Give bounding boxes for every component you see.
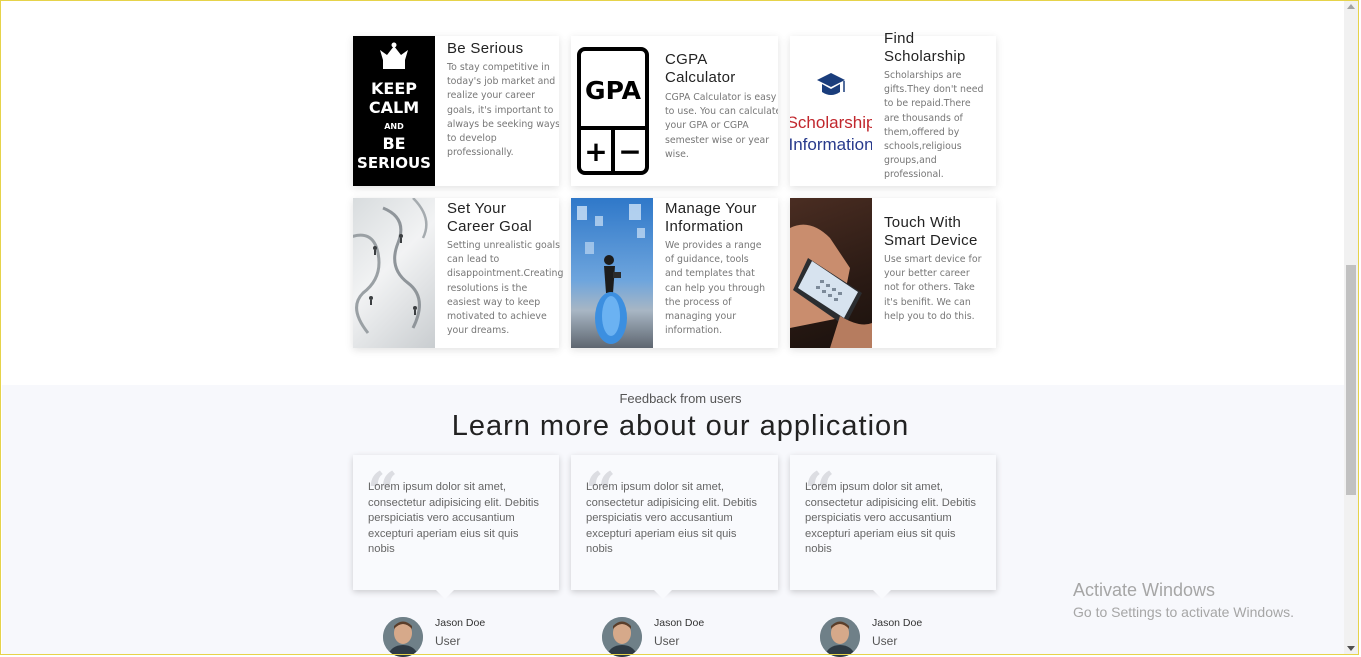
testimonial-quote: Lorem ipsum dolor sit amet, consectetur … xyxy=(368,481,540,555)
author-name: Jason Doe xyxy=(435,617,486,629)
author-role: User xyxy=(435,634,461,648)
keep-calm-image: KEEP CALM AND BE SERIOUS xyxy=(353,36,435,186)
avatar xyxy=(383,617,423,657)
avatar xyxy=(602,617,642,657)
be-text: BE xyxy=(382,134,405,153)
author-role: User xyxy=(654,634,680,648)
calm-text: CALM xyxy=(369,98,419,117)
author-name: Jason Doe xyxy=(872,617,923,629)
keep-text: KEEP xyxy=(371,79,417,98)
testimonial-author: Jason Doe User xyxy=(383,617,583,657)
smart-device-photo xyxy=(790,198,872,348)
feature-title: Manage Your Information xyxy=(665,200,757,235)
feature-card-manage-information[interactable]: Manage Your Information We provides a ra… xyxy=(571,198,778,348)
and-text: AND xyxy=(384,122,404,131)
feature-title: Be Serious xyxy=(447,40,524,57)
feature-desc: Setting unrealistic goals can lead to di… xyxy=(447,240,564,337)
activate-windows-watermark: Activate Windows Go to Settings to activ… xyxy=(1073,580,1294,620)
feature-title: Find Scholarship xyxy=(884,30,966,65)
feature-card-cgpa-calculator[interactable]: GPA + − CGPA Calculator CGPA Calculator … xyxy=(571,36,778,186)
testimonial-card: “ Lorem ipsum dolor sit amet, consectetu… xyxy=(790,455,996,599)
information-word: Information xyxy=(790,135,872,154)
scroll-down-arrow-icon[interactable] xyxy=(1347,646,1355,651)
feature-title: CGPA Calculator xyxy=(665,51,736,86)
author-role: User xyxy=(872,634,898,648)
testimonial-card: “ Lorem ipsum dolor sit amet, consectetu… xyxy=(571,455,778,599)
feature-desc: To stay competitive in today's job marke… xyxy=(447,62,559,159)
feature-desc: Scholarships are gifts.They don't need t… xyxy=(884,70,984,181)
feature-title: Set Your Career Goal xyxy=(447,200,533,235)
gpa-calculator-icon: GPA + − xyxy=(571,36,653,186)
testimonial-quote: Lorem ipsum dolor sit amet, consectetur … xyxy=(805,481,977,555)
testimonial-author: Jason Doe User xyxy=(820,617,1020,657)
feature-desc: We provides a range of guidance, tools a… xyxy=(665,240,766,337)
scholarship-logo: Scholarship Information xyxy=(790,36,872,186)
testimonial-quote: Lorem ipsum dolor sit amet, consectetur … xyxy=(586,481,758,555)
card-pointer xyxy=(873,590,891,599)
manage-information-photo xyxy=(571,198,653,348)
feature-title: Touch With Smart Device xyxy=(884,214,978,249)
feature-card-find-scholarship[interactable]: Scholarship Information Find Scholarship… xyxy=(790,30,996,186)
minus-text: − xyxy=(618,135,641,168)
serious-text: SERIOUS xyxy=(357,154,431,172)
feature-desc: Use smart device for your better career … xyxy=(884,254,982,322)
feature-card-be-serious[interactable]: KEEP CALM AND BE SERIOUS Be Serious To s… xyxy=(353,36,559,186)
testimonial-card: “ Lorem ipsum dolor sit amet, consectetu… xyxy=(353,455,559,599)
scroll-up-arrow-icon[interactable] xyxy=(1347,4,1355,9)
card-pointer xyxy=(436,590,454,599)
watermark-subtitle: Go to Settings to activate Windows. xyxy=(1073,604,1294,620)
scholarship-word: Scholarship xyxy=(790,113,872,132)
feedback-eyebrow: Feedback from users xyxy=(619,391,742,406)
feedback-headline: Learn more about our application xyxy=(451,410,910,442)
card-pointer xyxy=(654,590,672,599)
vertical-scrollbar[interactable] xyxy=(1344,0,1359,655)
author-name: Jason Doe xyxy=(654,617,705,629)
testimonial-author: Jason Doe User xyxy=(602,617,802,657)
watermark-title: Activate Windows xyxy=(1073,580,1216,600)
gpa-text: GPA xyxy=(585,76,642,105)
plus-text: + xyxy=(584,135,607,168)
feature-desc: CGPA Calculator is easy to use. You can … xyxy=(665,92,778,160)
career-goal-photo xyxy=(353,198,435,348)
scrollbar-thumb[interactable] xyxy=(1346,265,1356,495)
avatar xyxy=(820,617,860,657)
feature-card-smart-device[interactable]: Touch With Smart Device Use smart device… xyxy=(790,198,996,348)
feature-card-career-goal[interactable]: Set Your Career Goal Setting unrealistic… xyxy=(353,198,563,348)
